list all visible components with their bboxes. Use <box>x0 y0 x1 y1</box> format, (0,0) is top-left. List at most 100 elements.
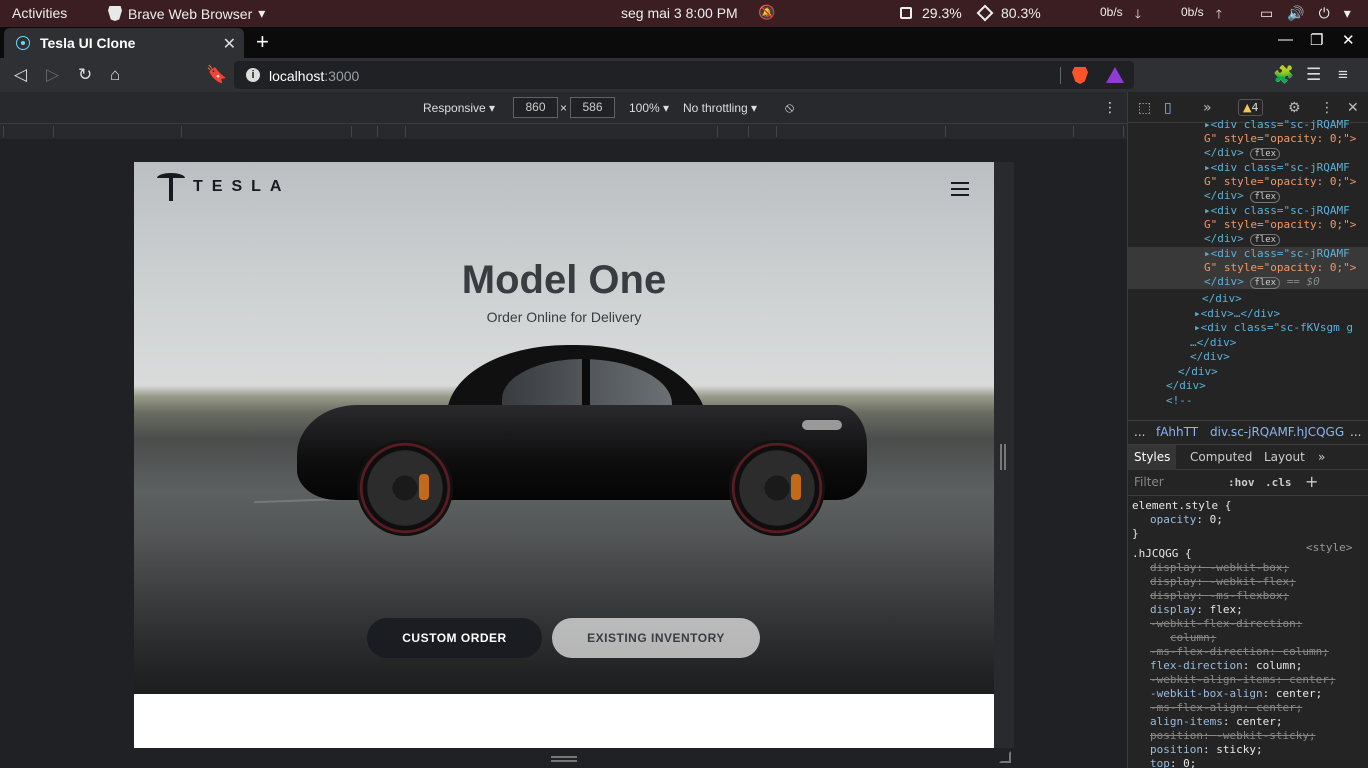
net-up-indicator[interactable]: 0b/s 🡑 <box>1181 5 1222 26</box>
viewport-resize-handle-right[interactable] <box>1000 444 1006 470</box>
dom-node-attr-line[interactable]: G" style="opacity: 0;"> <box>1204 175 1356 189</box>
dom-node-attr-line[interactable]: G" style="opacity: 0;"> <box>1204 218 1356 232</box>
css-declaration[interactable]: -webkit-box-align: center; <box>1150 687 1322 701</box>
new-rule-icon[interactable]: + <box>1305 472 1318 491</box>
breadcrumb-fahhtt[interactable]: fAhhTT <box>1156 425 1198 439</box>
tab-computed[interactable]: Computed <box>1190 450 1252 464</box>
close-tab-icon[interactable]: ✕ <box>223 34 236 54</box>
dom-node-attr-line[interactable]: G" style="opacity: 0;"> <box>1204 132 1356 146</box>
settings-gear-icon[interactable]: ⚙ <box>1288 100 1301 116</box>
css-declaration[interactable]: -ms-flex-direction: column; <box>1150 645 1329 659</box>
zoom-dropdown[interactable]: 100% ▾ <box>629 101 669 115</box>
viewport-width-input[interactable]: 860 <box>513 97 558 118</box>
devtools-menu-icon[interactable]: ⋮ <box>1320 100 1334 116</box>
css-declaration[interactable]: opacity: 0; <box>1150 513 1223 527</box>
css-declaration[interactable]: column; <box>1170 631 1216 645</box>
inspect-element-icon[interactable]: ⬚ <box>1138 100 1151 116</box>
site-info-icon[interactable]: i <box>246 68 260 82</box>
css-selector-line[interactable]: element.style { <box>1132 499 1231 513</box>
css-declaration[interactable]: display: -webkit-box; <box>1150 561 1289 575</box>
css-declaration[interactable]: flex-direction: column; <box>1150 659 1302 673</box>
css-declaration[interactable]: -ms-flex-align: center; <box>1150 701 1302 715</box>
brave-shields-icon[interactable] <box>1072 67 1088 84</box>
net-down-indicator[interactable]: 0b/s 🡓 <box>1100 5 1141 26</box>
style-source-link[interactable]: <style> <box>1306 541 1352 555</box>
dom-node-line[interactable]: ▸<div class="sc-jRQAMF <box>1204 118 1350 132</box>
minimize-icon[interactable]: — <box>1278 31 1293 48</box>
dom-node-line[interactable]: ▸<div class="sc-jRQAMF <box>1204 247 1350 261</box>
cpu-indicator[interactable]: 29.3% <box>900 5 962 21</box>
viewport-height-input[interactable]: 586 <box>570 97 615 118</box>
viewport-resize-handle-bottom[interactable] <box>551 756 577 762</box>
memory-indicator[interactable]: 80.3% <box>976 4 1041 22</box>
app-menu[interactable]: Brave Web Browser ▾ <box>108 5 265 22</box>
clock[interactable]: seg mai 3 8:00 PM <box>621 5 738 21</box>
dom-node-line[interactable]: ▸<div class="sc-jRQAMF <box>1204 161 1350 175</box>
dom-tree[interactable]: ▸<div class="sc-jRQAMF G" style="opacity:… <box>1128 118 1368 408</box>
new-tab-button[interactable]: + <box>256 29 269 55</box>
responsive-dropdown[interactable]: Responsive ▾ <box>423 101 495 115</box>
breadcrumb-selected[interactable]: div.sc-jRQAMF.hJCQGG <box>1210 425 1344 439</box>
close-devtools-icon[interactable]: ✕ <box>1347 100 1359 116</box>
more-panels-icon[interactable]: » <box>1203 100 1212 116</box>
breadcrumb-more[interactable]: ... <box>1134 425 1145 439</box>
breadcrumb-more-right[interactable]: ... <box>1350 425 1361 439</box>
activities-button[interactable]: Activities <box>12 5 67 21</box>
device-toggle-icon[interactable]: ▯ <box>1164 100 1172 116</box>
menu-icon[interactable]: ≡ <box>1338 65 1348 85</box>
warnings-badge[interactable]: ▲4 <box>1238 99 1264 116</box>
brave-rewards-icon[interactable] <box>1106 67 1124 83</box>
css-declaration[interactable]: align-items: center; <box>1150 715 1282 729</box>
dom-node-line[interactable]: </div> <box>1178 365 1218 379</box>
hover-state-toggle[interactable]: :hov <box>1228 476 1255 489</box>
dom-node-attr-line[interactable]: G" style="opacity: 0;"> <box>1204 261 1356 275</box>
css-selector-line[interactable]: } <box>1132 527 1139 541</box>
css-declaration[interactable]: top: 0; <box>1150 757 1196 768</box>
maximize-icon[interactable]: ❐ <box>1310 31 1323 49</box>
dom-node-line[interactable]: ▸<div class="sc-jRQAMF <box>1204 204 1350 218</box>
dom-node-line[interactable]: </div> <box>1202 292 1242 306</box>
css-selector-line[interactable]: .hJCQGG { <box>1132 547 1192 561</box>
close-window-icon[interactable]: ✕ <box>1342 31 1355 49</box>
dom-node-close-line[interactable]: </div> flex <box>1204 232 1281 246</box>
tab-more[interactable]: » <box>1318 450 1325 464</box>
styles-filter-input[interactable]: Filter <box>1134 475 1164 489</box>
css-declaration[interactable]: position: -webkit-sticky; <box>1150 729 1316 743</box>
dom-node-close-line[interactable]: </div> flex <box>1204 189 1281 203</box>
class-toggle[interactable]: .cls <box>1265 476 1292 489</box>
css-declaration[interactable]: position: sticky; <box>1150 743 1263 757</box>
custom-order-button[interactable]: CUSTOM ORDER <box>367 618 542 658</box>
dom-node-close-line[interactable]: </div> flex == $0 <box>1204 275 1320 289</box>
forward-icon[interactable]: ▷ <box>46 65 59 85</box>
media-icon[interactable]: ☰ <box>1306 65 1321 85</box>
dom-node-line[interactable]: </div> <box>1166 379 1206 393</box>
dom-node-line[interactable]: ▸<div>…</div> <box>1194 307 1280 321</box>
dom-node-close-line[interactable]: </div> flex <box>1204 146 1281 160</box>
dom-node-line[interactable]: <!-- <box>1166 394 1193 408</box>
dom-node-line[interactable]: …</div> <box>1190 336 1236 350</box>
css-declaration[interactable]: display: -webkit-flex; <box>1150 575 1296 589</box>
tab-layout[interactable]: Layout <box>1264 450 1305 464</box>
tesla-logo[interactable]: TESLA <box>157 173 292 201</box>
notifications-muted-icon[interactable]: 🔕 <box>758 4 775 21</box>
css-declaration[interactable]: -webkit-flex-direction: <box>1150 617 1302 631</box>
url-text[interactable]: localhost:3000 <box>269 68 359 84</box>
dom-node-line[interactable]: </div> <box>1190 350 1230 364</box>
existing-inventory-button[interactable]: EXISTING INVENTORY <box>552 618 760 658</box>
system-menu[interactable]: ▭ 🔊 ⏻ ▾ <box>1260 5 1351 22</box>
css-declaration[interactable]: display: -ms-flexbox; <box>1150 589 1289 603</box>
media-query-ruler[interactable] <box>0 123 1127 139</box>
rotate-icon[interactable]: ⦸ <box>785 99 794 116</box>
more-options-icon[interactable]: ⋮ <box>1103 99 1117 116</box>
bookmark-icon[interactable]: 🔖 <box>206 65 227 85</box>
css-declaration[interactable]: display: flex; <box>1150 603 1243 617</box>
tab-tesla-ui-clone[interactable]: Tesla UI Clone ✕ <box>4 28 244 58</box>
address-bar[interactable]: i localhost:3000 <box>234 61 1134 89</box>
home-icon[interactable]: ⌂ <box>110 65 120 85</box>
dom-node-line[interactable]: ▸<div class="sc-fKVsgm g <box>1194 321 1353 335</box>
viewport-resize-corner[interactable] <box>999 751 1011 763</box>
back-icon[interactable]: ◁ <box>14 65 27 85</box>
hamburger-menu-icon[interactable] <box>951 182 969 196</box>
tab-styles[interactable]: Styles <box>1128 445 1177 470</box>
extensions-icon[interactable]: 🧩 <box>1273 65 1294 85</box>
